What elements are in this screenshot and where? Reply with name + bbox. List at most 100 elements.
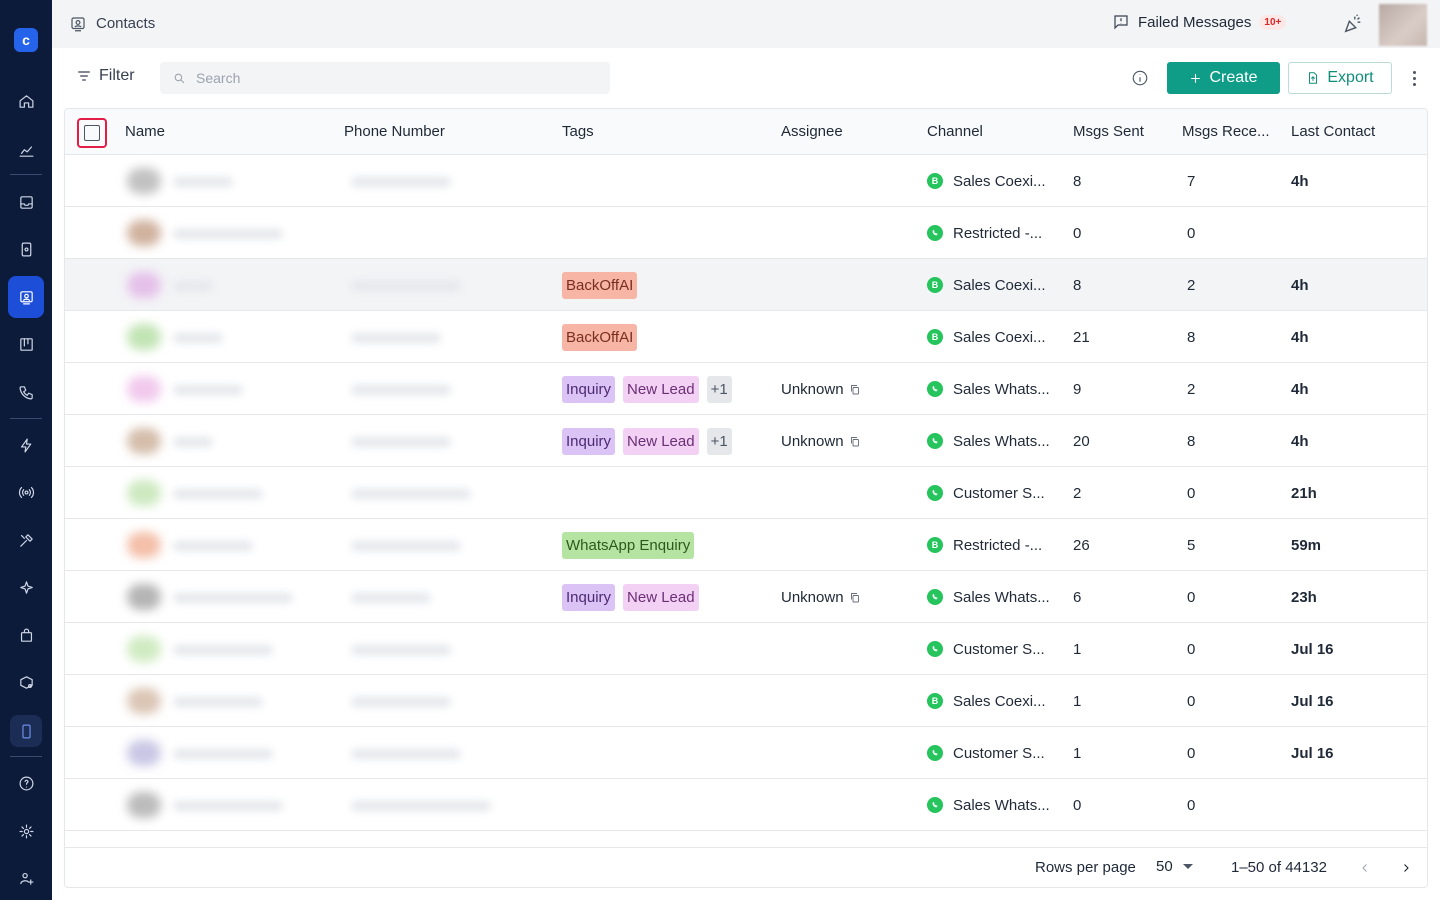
copy-icon[interactable]	[849, 383, 861, 396]
copy-icon[interactable]	[849, 591, 861, 604]
tag-chip[interactable]: WhatsApp Enquiry	[562, 531, 695, 559]
failed-messages-label: Failed Messages	[1138, 13, 1252, 31]
tags-cell: Inquiry New Lead +1	[562, 415, 740, 467]
table-row[interactable]: B Sales Coexi... 8 7 4h	[65, 155, 1427, 207]
table-row[interactable]: Inquiry New Lead +1 Unknown Sales Whats...…	[65, 415, 1427, 467]
col-channel[interactable]: Channel	[927, 123, 983, 140]
table-row[interactable]: Customer S... 2 0 21h	[65, 467, 1427, 519]
contact-avatar	[127, 376, 161, 402]
whatsapp-business-icon: B	[927, 277, 943, 293]
analytics-icon[interactable]	[10, 134, 42, 166]
sidebar-divider	[10, 418, 42, 419]
store-bag-icon[interactable]	[10, 619, 42, 651]
export-button[interactable]: Export	[1288, 62, 1392, 94]
phone-number-blurred	[351, 541, 461, 551]
broadcast-icon[interactable]	[10, 476, 42, 508]
channel-name: Sales Whats...	[953, 432, 1050, 450]
msgs-sent-cell: 1	[1073, 744, 1082, 762]
channel-name: Sales Coexi...	[953, 692, 1046, 710]
col-phone[interactable]: Phone Number	[344, 123, 445, 140]
info-icon[interactable]	[1131, 69, 1149, 87]
table-row[interactable]: BackOffAI B Sales Coexi... 8 2 4h	[65, 259, 1427, 311]
create-button[interactable]: Create	[1167, 62, 1280, 94]
prev-page-icon[interactable]	[1355, 858, 1375, 878]
last-contact-cell: 4h	[1291, 172, 1309, 190]
channel-cell: Customer S...	[927, 467, 1045, 519]
search-input[interactable]	[196, 70, 596, 86]
package-settings-icon[interactable]	[10, 666, 42, 698]
table-row[interactable]: BackOffAI B Sales Coexi... 21 8 4h	[65, 311, 1427, 363]
last-contact-cell: 4h	[1291, 328, 1309, 346]
msgs-sent-cell: 20	[1073, 432, 1090, 450]
inbox-icon[interactable]	[10, 186, 42, 218]
user-avatar[interactable]	[1379, 4, 1427, 46]
assignee-name: Unknown	[781, 432, 844, 450]
tag-chip[interactable]: Inquiry	[562, 427, 616, 455]
tag-chip[interactable]: +1	[706, 375, 732, 403]
channel-name: Sales Whats...	[953, 588, 1050, 606]
copy-icon[interactable]	[849, 435, 861, 448]
assignee-cell: Unknown	[781, 415, 861, 467]
col-last-contact[interactable]: Last Contact	[1291, 123, 1375, 140]
export-file-icon	[1309, 72, 1318, 84]
more-options-icon[interactable]	[1405, 68, 1423, 88]
table-row[interactable]: WhatsApp Enquiry B Restricted -... 26 5 5…	[65, 519, 1427, 571]
msgs-received-cell: 5	[1187, 536, 1196, 554]
col-msgs-received[interactable]: Msgs Rece...	[1182, 123, 1270, 140]
failed-messages-link[interactable]: Failed Messages 10+	[1112, 13, 1287, 31]
app-logo-icon[interactable]: c	[14, 28, 38, 52]
phone-icon[interactable]	[10, 376, 42, 408]
table-row[interactable]: Inquiry New Lead Unknown Sales Whats... 6…	[65, 571, 1427, 623]
tag-chip[interactable]: BackOffAI	[562, 323, 638, 351]
tag-chip[interactable]: Inquiry	[562, 375, 616, 403]
device-icon[interactable]	[10, 233, 42, 265]
phone-number-blurred	[351, 385, 451, 395]
contact-avatar	[127, 220, 161, 246]
tag-chip[interactable]: Inquiry	[562, 583, 616, 611]
contact-avatar	[127, 636, 161, 662]
table-row[interactable]: Customer S... 1 0 Jul 16	[65, 727, 1427, 779]
help-icon[interactable]	[10, 767, 42, 799]
table-row[interactable]: Sales Whats... 0 0	[65, 779, 1427, 831]
tag-chip[interactable]: +1	[706, 427, 732, 455]
tag-chip[interactable]: BackOffAI	[562, 271, 638, 299]
next-page-icon[interactable]	[1396, 858, 1416, 878]
msgs-received-cell: 2	[1187, 276, 1196, 294]
whats-new-party-icon[interactable]	[1342, 13, 1364, 35]
col-assignee[interactable]: Assignee	[781, 123, 843, 140]
contact-name-blurred	[173, 801, 283, 811]
user-settings-icon[interactable]	[10, 862, 42, 894]
contacts-icon[interactable]	[8, 276, 44, 318]
search-box	[160, 62, 610, 94]
mobile-device-icon[interactable]	[10, 715, 42, 747]
msgs-received-cell: 0	[1187, 744, 1196, 762]
table-row[interactable]: B Sales Coexi... 1 0 Jul 16	[65, 675, 1427, 727]
settings-gear-icon[interactable]	[10, 815, 42, 847]
failed-messages-badge: 10+	[1259, 14, 1287, 30]
whatsapp-icon	[927, 589, 943, 605]
tag-chip[interactable]: New Lead	[623, 583, 699, 611]
table-footer: Rows per page 50 1–50 of 44132	[65, 847, 1427, 887]
col-tags[interactable]: Tags	[562, 123, 594, 140]
tag-chip[interactable]: New Lead	[623, 375, 699, 403]
last-contact-cell: 59m	[1291, 536, 1322, 554]
tag-chip[interactable]: New Lead	[623, 427, 699, 455]
msgs-received-cell: 2	[1187, 380, 1196, 398]
table-row[interactable]: Customer S... 1 0 Jul 16	[65, 623, 1427, 675]
channel-cell: B Sales Coexi...	[927, 311, 1046, 363]
table-row[interactable]: Restricted -... 0 0	[65, 207, 1427, 259]
board-icon[interactable]	[10, 328, 42, 360]
col-msgs-sent[interactable]: Msgs Sent	[1073, 123, 1144, 140]
table-row[interactable]: Inquiry New Lead +1 Unknown Sales Whats...…	[65, 363, 1427, 415]
home-icon[interactable]	[10, 85, 42, 117]
filter-button[interactable]: Filter	[76, 67, 135, 85]
tools-icon[interactable]	[10, 524, 42, 556]
rows-per-page-select[interactable]: 50	[1156, 858, 1193, 875]
col-name[interactable]: Name	[125, 123, 165, 140]
tags-cell: Inquiry New Lead	[562, 571, 707, 623]
contact-avatar	[127, 324, 161, 350]
select-all-checkbox[interactable]	[77, 118, 107, 148]
ai-sparkle-icon[interactable]	[10, 571, 42, 603]
automation-bolt-icon[interactable]	[10, 429, 42, 461]
tags-cell: BackOffAI	[562, 311, 645, 363]
